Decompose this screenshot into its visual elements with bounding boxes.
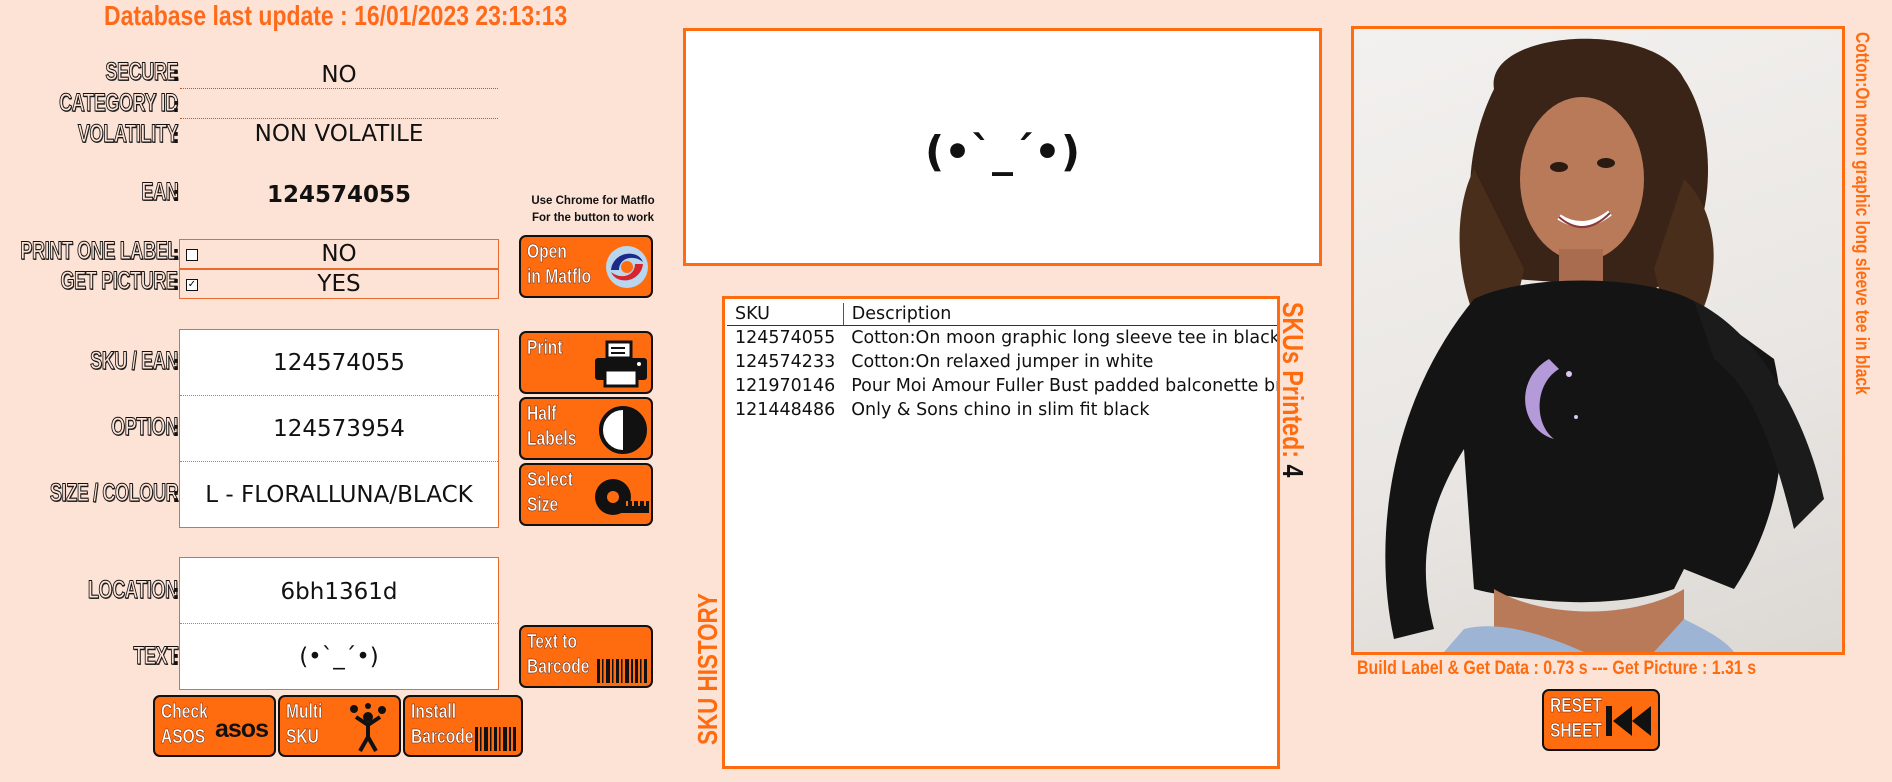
open-in-matflo-label: Open in Matflo	[527, 241, 592, 289]
half-labels-button[interactable]: Half Labels	[519, 397, 653, 460]
size-colour-value[interactable]: L - FLORALLUNA/BLACK	[180, 482, 498, 508]
select-size-label: Select Size	[527, 469, 573, 517]
category-id-underline	[180, 118, 498, 119]
text-value[interactable]: (•`_´•)	[180, 644, 498, 670]
size-colour-label: SIZE / COLOUR	[49, 478, 178, 507]
printer-icon	[595, 340, 647, 388]
barcode-icon	[597, 659, 647, 683]
option-separator	[180, 461, 498, 462]
emoticon-text: (•`_´•)	[924, 127, 1081, 176]
volatility-label: VOLATILITY	[77, 119, 179, 148]
open-in-matflo-button[interactable]: Open in Matflo	[519, 235, 653, 298]
timing-info: Build Label & Get Data : 0.73 s --- Get …	[1357, 658, 1757, 679]
location-value[interactable]: 6bh1361d	[180, 579, 498, 605]
history-col-description: Description	[843, 303, 1277, 326]
ean-value: 124574055	[266, 182, 412, 208]
multi-sku-button[interactable]: Multi SKU	[278, 695, 401, 757]
history-col-sku: SKU	[727, 303, 844, 326]
history-header-row: SKU Description	[727, 303, 1277, 326]
rewind-to-start-icon	[1606, 706, 1651, 736]
print-one-label-row: NO	[179, 239, 499, 269]
select-size-button[interactable]: Select Size	[519, 463, 653, 526]
database-last-update: Database last update : 16/01/2023 23:13:…	[104, 0, 568, 31]
secure-underline	[180, 88, 498, 89]
ean-colon: :	[172, 182, 180, 206]
table-row[interactable]: 121448486 Only & Sons chino in slim fit …	[727, 398, 1277, 422]
skus-printed-label: SKUs Printed:	[1276, 302, 1308, 458]
location-text-box: 6bh1361d (•`_´•)	[179, 557, 499, 690]
category-id-label: CATEGORY ID	[59, 88, 179, 117]
check-asos-button[interactable]: Check ASOS asos	[153, 695, 276, 757]
skus-printed-count: 4	[1276, 464, 1308, 478]
history-sku: 124574233	[735, 352, 836, 372]
location-label: LOCATION	[88, 575, 179, 604]
history-description: Cotton:On moon graphic long sleeve tee i…	[851, 328, 1277, 348]
matflo-swirl-icon	[606, 246, 648, 288]
history-sku: 121970146	[735, 376, 836, 396]
half-circle-icon	[599, 406, 647, 454]
sku-ean-label: SKU / EAN	[90, 346, 179, 375]
get-picture-row: ✓ YES	[179, 269, 499, 299]
chrome-note-line1: Use Chrome for Matflo	[531, 195, 655, 207]
history-description: Only & Sons chino in slim fit black	[851, 400, 1150, 420]
print-button[interactable]: Print	[519, 331, 653, 394]
chrome-note: Use Chrome for Matflo For the button to …	[518, 193, 668, 227]
picture-caption: Cotton:On moon graphic long sleeve tee i…	[1851, 32, 1872, 395]
secure-colon: :	[172, 62, 180, 86]
history-table: SKU Description 124574055 Cotton:On moon…	[727, 303, 1277, 422]
secure-value: NO	[321, 62, 357, 88]
asos-logo: asos	[215, 715, 269, 743]
print-one-label-label: PRINT ONE LABEL	[20, 236, 179, 265]
reset-sheet-button[interactable]: RESET SHEET	[1542, 689, 1660, 751]
option-value[interactable]: 124573954	[180, 416, 498, 442]
juggler-icon	[350, 703, 386, 752]
sku-history-title: SKU HISTORY	[692, 593, 723, 745]
history-sku: 121448486	[735, 400, 836, 420]
table-row[interactable]: 124574055 Cotton:On moon graphic long sl…	[727, 326, 1277, 351]
option-label: OPTION	[111, 412, 179, 441]
install-barcode-button[interactable]: Install Barcode	[403, 695, 523, 757]
print-label: Print	[527, 337, 563, 360]
text-to-barcode-label: Text to Barcode	[527, 631, 590, 679]
sku-separator	[180, 395, 498, 396]
volatility-colon: :	[172, 124, 180, 148]
tape-measure-icon	[595, 479, 649, 515]
install-barcode-label: Install Barcode	[411, 701, 474, 749]
volatility-value: NON VOLATILE	[254, 121, 424, 147]
history-description: Pour Moi Amour Fuller Bust padded balcon…	[851, 376, 1277, 396]
half-labels-label: Half Labels	[527, 403, 577, 451]
sku-history-table: SKU Description 124574055 Cotton:On moon…	[722, 296, 1280, 769]
secure-label: SECURE	[105, 57, 179, 86]
table-row[interactable]: 124574233 Cotton:On relaxed jumper in wh…	[727, 350, 1277, 374]
category-id-colon: :	[172, 93, 180, 117]
multi-sku-label: Multi SKU	[286, 701, 323, 749]
history-description: Cotton:On relaxed jumper in white	[851, 352, 1154, 372]
table-row[interactable]: 121970146 Pour Moi Amour Fuller Bust pad…	[727, 374, 1277, 398]
history-sku: 124574055	[735, 328, 836, 348]
sku-ean-value[interactable]: 124574055	[180, 350, 498, 376]
print-one-label-value: NO	[321, 241, 357, 267]
emoticon-preview: (•`_´•)	[683, 28, 1322, 266]
product-photo	[1385, 38, 1824, 652]
get-picture-value: YES	[317, 271, 361, 297]
sku-details-box: 124574055 124573954 L - FLORALLUNA/BLACK	[179, 329, 499, 528]
check-asos-label: Check ASOS	[161, 701, 208, 749]
product-picture	[1351, 26, 1845, 655]
chrome-note-line2: For the button to work	[531, 212, 654, 224]
skus-printed: SKUs Printed: 4	[1275, 302, 1308, 477]
barcode-icon	[475, 727, 516, 751]
text-to-barcode-button[interactable]: Text to Barcode	[519, 625, 653, 688]
location-separator	[180, 623, 498, 624]
reset-sheet-label: RESET SHEET	[1550, 695, 1603, 743]
get-picture-label: GET PICTURE	[60, 266, 179, 295]
